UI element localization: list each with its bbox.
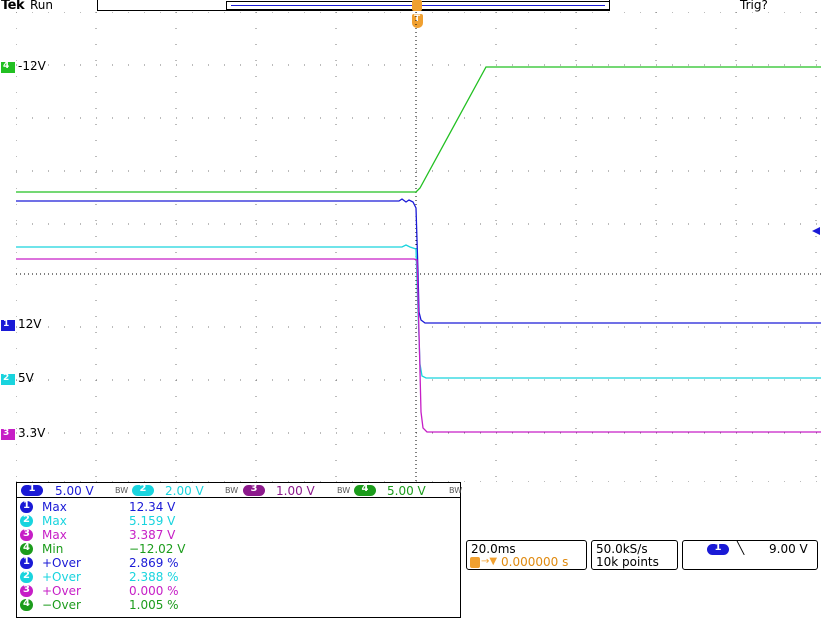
trigger-status: Trig? <box>740 0 768 12</box>
channel-4-marker-id: 4 <box>3 61 10 71</box>
measurement-name: Min <box>42 542 64 556</box>
channel-3-marker-id: 3 <box>3 428 10 438</box>
measurement-name: Max <box>42 500 67 514</box>
waveform-display[interactable] <box>16 12 821 482</box>
sample-rate: 50.0kS/s <box>596 542 648 556</box>
measurement-name: −Over <box>42 598 81 612</box>
trigger-position-icon <box>470 557 480 568</box>
channel-2-ref-label: 5V <box>18 371 34 385</box>
channel-1-ref-label: 12V <box>18 317 42 331</box>
measurement-row: 3 +Over 0.000 % <box>20 584 320 598</box>
measurement-row: 4 Min −12.02 V <box>20 542 320 556</box>
channel-2-marker-id: 2 <box>3 373 10 383</box>
measurement-value: 2.869 % <box>129 556 179 570</box>
falling-edge-icon: ╲ <box>737 541 745 555</box>
time-per-division: 20.0ms <box>471 542 516 556</box>
trigger-settings-box[interactable]: 1 ╲ 9.00 V <box>682 540 818 570</box>
channel-1-ground-marker[interactable]: 1 <box>1 319 15 331</box>
channel-3-ground-marker[interactable]: 3 <box>1 428 15 440</box>
channel-1-scale-badge[interactable]: 1 <box>21 483 43 496</box>
channel-4-ground-marker[interactable]: 4 <box>1 61 15 73</box>
channel-4-waveform <box>16 66 821 193</box>
measurement-channel-id: 2 <box>23 514 30 525</box>
channel-2-bw-icon: BW <box>225 486 239 495</box>
measurement-channel-id: 4 <box>23 542 30 553</box>
measurement-row: 1 Max 12.34 V <box>20 500 320 514</box>
measurement-value: 5.159 V <box>129 514 176 528</box>
channel-2-scale: 2.00 V <box>165 484 204 498</box>
measurement-channel-badge: 3 <box>20 584 33 597</box>
measurement-row: 2 +Over 2.388 % <box>20 570 320 584</box>
trigger-level: 9.00 V <box>769 542 808 556</box>
measurement-channel-badge: 2 <box>20 570 33 583</box>
channel-3-bw-icon: BW <box>337 486 351 495</box>
measurement-row: 2 Max 5.159 V <box>20 514 320 528</box>
measurement-channel-badge: 1 <box>20 556 33 569</box>
measurement-channel-badge: 4 <box>20 542 33 555</box>
measurement-row: 4 −Over 1.005 % <box>20 598 320 612</box>
trigger-source-badge: 1 <box>707 542 729 555</box>
channel-4-badge-id: 4 <box>361 483 369 494</box>
measurement-name: +Over <box>42 584 81 598</box>
channel-4-scale-badge[interactable]: 4 <box>354 483 376 496</box>
run-status: Run <box>30 0 54 12</box>
channel-1-bw-icon: BW <box>115 486 129 495</box>
channel-2-scale-badge[interactable]: 2 <box>132 483 154 496</box>
channel-4-scale: 5.00 V <box>387 484 426 498</box>
measurement-name: +Over <box>42 570 81 584</box>
measurements-panel: 1 Max 12.34 V 2 Max 5.159 V 3 Max 3.387 … <box>16 498 461 618</box>
measurement-value: 2.388 % <box>129 570 179 584</box>
channel-2-ground-marker[interactable]: 2 <box>1 373 15 385</box>
channel-3-ref-label: 3.3V <box>18 426 46 440</box>
measurement-channel-id: 1 <box>23 556 30 567</box>
measurement-channel-id: 4 <box>23 598 30 609</box>
acquisition-settings-box[interactable]: 50.0kS/s 10k points <box>591 540 678 570</box>
horizontal-settings-box[interactable]: 20.0ms →▼ 0.000000 s <box>466 540 587 570</box>
trigger-source-id: 1 <box>714 542 722 553</box>
vertical-scale-bar: 1 5.00 V BW 2 2.00 V BW 3 1.00 V BW 4 5.… <box>16 482 463 498</box>
channel-1-scale: 5.00 V <box>55 484 94 498</box>
channel-4-bw-icon: BW <box>449 486 463 495</box>
measurement-value: 12.34 V <box>129 500 176 514</box>
channel-1-marker-id: 1 <box>3 319 10 329</box>
channel-4-ref-label: -12V <box>18 59 46 73</box>
channel-3-scale-badge[interactable]: 3 <box>243 483 265 496</box>
channel-1-badge-id: 1 <box>28 483 36 494</box>
measurement-channel-id: 3 <box>23 528 30 539</box>
channel-3-scale: 1.00 V <box>276 484 315 498</box>
measurement-channel-badge: 3 <box>20 528 33 541</box>
record-length: 10k points <box>596 555 659 569</box>
measurement-channel-id: 1 <box>23 500 30 511</box>
record-trigger-position-icon <box>412 0 422 11</box>
measurement-channel-badge: 2 <box>20 514 33 527</box>
measurement-channel-id: 2 <box>23 570 30 581</box>
measurement-name: +Over <box>42 556 81 570</box>
trigger-level-icon[interactable] <box>812 227 820 235</box>
measurement-name: Max <box>42 514 67 528</box>
measurement-value: 0.000 % <box>129 584 179 598</box>
measurement-value: −12.02 V <box>129 542 186 556</box>
measurement-value: 1.005 % <box>129 598 179 612</box>
measurement-name: Max <box>42 528 67 542</box>
channel-2-badge-id: 2 <box>139 483 147 494</box>
measurement-channel-badge: 1 <box>20 500 33 513</box>
measurement-row: 1 +Over 2.869 % <box>20 556 320 570</box>
measurement-row: 3 Max 3.387 V <box>20 528 320 542</box>
measurement-value: 3.387 V <box>129 528 176 542</box>
measurement-channel-badge: 4 <box>20 598 33 611</box>
channel-3-badge-id: 3 <box>250 483 258 494</box>
trigger-position-arrow-icon: →▼ <box>481 556 498 567</box>
trigger-position-value: 0.000000 s <box>501 555 569 569</box>
measurement-channel-id: 3 <box>23 584 30 595</box>
